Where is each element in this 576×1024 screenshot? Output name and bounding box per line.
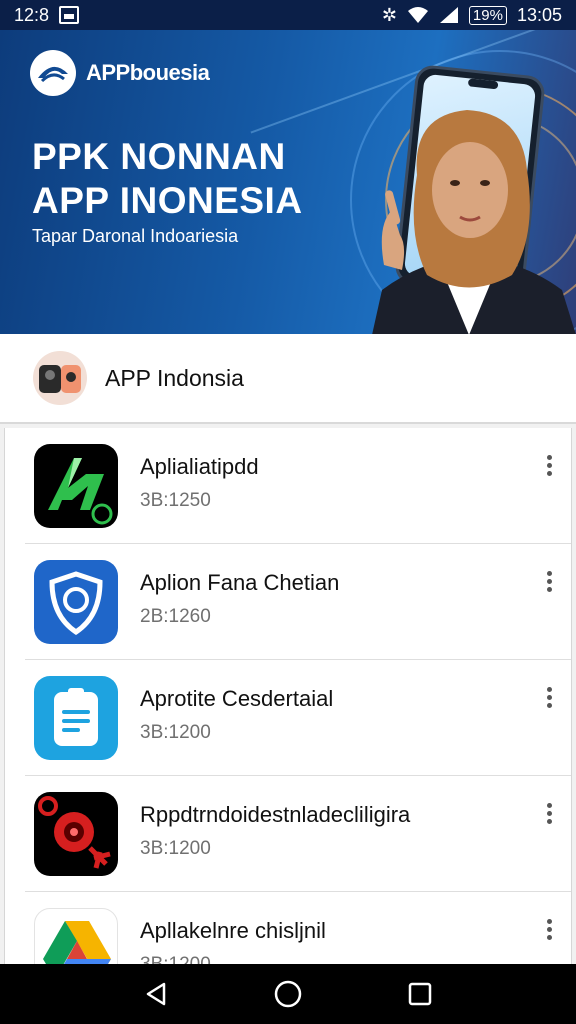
list-item[interactable]: Apllakelnre chisljnil 3B:1200: [25, 892, 571, 964]
list-item[interactable]: Aprotite Cesdertaial 3B:1200: [25, 660, 571, 776]
app-meta: 3B:1250: [140, 490, 211, 511]
back-icon[interactable]: [136, 974, 176, 1014]
more-options-icon[interactable]: [537, 798, 561, 828]
battery-indicator: 19%: [468, 5, 507, 25]
section-avatar: [33, 351, 87, 405]
red-target-icon: [34, 792, 118, 876]
banner-tagline: Tapar Daronal Indoariesia: [32, 226, 239, 246]
brand: APPbouesia: [30, 50, 210, 96]
app-name: Aprotite Cesdertaial: [140, 686, 334, 711]
section-header[interactable]: APP Indonsia: [0, 334, 576, 424]
status-time-left: 12:8: [14, 4, 50, 25]
more-options-icon[interactable]: [537, 914, 561, 944]
app-meta: 2B:1260: [140, 606, 211, 627]
brand-name: APPbouesia: [86, 60, 210, 85]
navigation-bar: [0, 964, 576, 1024]
app-list: Aplialiatipdd 3B:1250 Aplion Fana Chetia…: [4, 428, 572, 964]
promo-banner[interactable]: APPbouesia PPK NONNAN APP INONESIA Tapar…: [0, 30, 576, 334]
banner-headline: PPK NONNAN APP INONESIA: [32, 135, 303, 223]
status-bar: 12:8 ✲ 19% 13:05: [0, 0, 576, 30]
section-title: APP Indonsia: [105, 364, 244, 391]
brand-logo-icon: [30, 50, 76, 96]
shield-icon: [34, 560, 118, 644]
document-icon: [34, 676, 118, 760]
headline-line-1: PPK NONNAN: [32, 136, 286, 177]
more-options-icon[interactable]: [537, 682, 561, 712]
app-name: Aplialiatipdd: [140, 454, 259, 479]
status-right: ✲ 19% 13:05: [382, 5, 562, 26]
list-item[interactable]: Aplion Fana Chetian 2B:1260: [25, 544, 571, 660]
home-icon[interactable]: [268, 974, 308, 1014]
screen: 12:8 ✲ 19% 13:05 APPbouesia PPK NONNAN A…: [0, 0, 576, 1024]
recents-icon[interactable]: [400, 974, 440, 1014]
gallery-icon: [59, 6, 80, 24]
app-meta: 3B:1200: [140, 954, 211, 964]
more-options-icon[interactable]: [537, 566, 561, 596]
app-name: Rppdtrndoidestnladecliligira: [140, 802, 411, 827]
list-item[interactable]: Rppdtrndoidestnladecliligira 3B:1200: [25, 776, 571, 892]
app-name: Aplion Fana Chetian: [140, 570, 340, 595]
presenter-illustration: [372, 110, 576, 334]
gear-icon: ✲: [381, 5, 397, 25]
google-drive-icon: [34, 908, 118, 964]
wifi-icon: [407, 7, 428, 23]
list-item[interactable]: Aplialiatipdd 3B:1250: [25, 428, 571, 544]
app-meta: 3B:1200: [140, 838, 211, 859]
status-clock: 13:05: [516, 4, 562, 25]
green-a-logo-icon: [34, 444, 118, 528]
status-left: 12:8: [14, 4, 80, 26]
app-name: Apllakelnre chisljnil: [140, 918, 326, 943]
more-options-icon[interactable]: [537, 450, 561, 480]
signal-icon: [439, 7, 458, 23]
headline-line-2: APP INONESIA: [32, 180, 303, 221]
app-meta: 3B:1200: [140, 722, 211, 743]
